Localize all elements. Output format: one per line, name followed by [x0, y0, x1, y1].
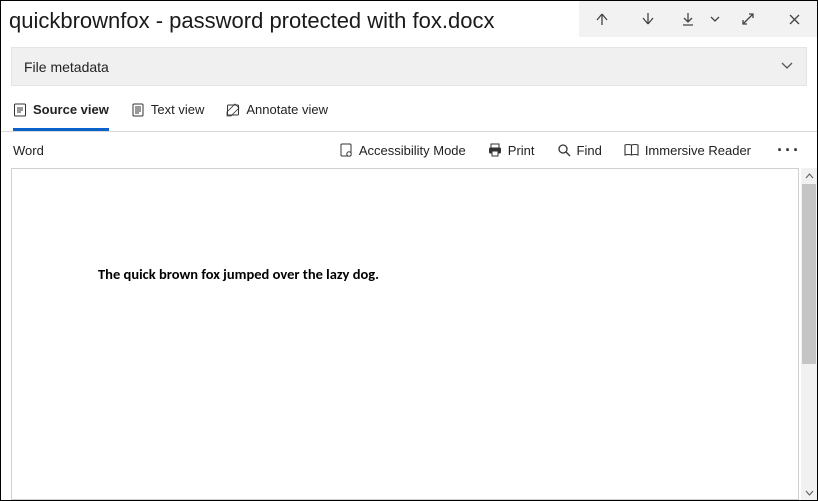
- tab-label: Source view: [33, 102, 109, 117]
- scroll-down-button[interactable]: [801, 484, 817, 500]
- expand-button[interactable]: [725, 1, 771, 37]
- accessibility-icon: [339, 143, 353, 157]
- title-bar: quickbrownfox - password protected with …: [1, 1, 817, 37]
- arrow-down-icon: [641, 12, 655, 26]
- ellipsis-icon: ···: [777, 140, 801, 160]
- close-icon: [788, 13, 801, 26]
- arrow-up-icon: [595, 12, 609, 26]
- expand-icon: [741, 12, 755, 26]
- document-area: The quick brown fox jumped over the lazy…: [1, 168, 817, 500]
- find-button[interactable]: Find: [557, 143, 602, 158]
- document-page: The quick brown fox jumped over the lazy…: [11, 168, 799, 500]
- metadata-title: File metadata: [24, 59, 109, 75]
- document-code-icon: [13, 103, 27, 117]
- app-label: Word: [13, 143, 44, 158]
- download-dropdown-button[interactable]: [705, 1, 725, 37]
- immersive-reader-button[interactable]: Immersive Reader: [624, 143, 751, 158]
- action-label: Immersive Reader: [645, 143, 751, 158]
- download-button[interactable]: [671, 1, 705, 37]
- download-icon: [681, 12, 695, 26]
- caret-up-icon: [805, 172, 814, 181]
- window-title: quickbrownfox - password protected with …: [1, 1, 579, 37]
- action-label: Find: [577, 143, 602, 158]
- view-tabs: Source view Text view Annotate view: [1, 100, 817, 132]
- window-controls: [579, 1, 817, 37]
- action-label: Accessibility Mode: [359, 143, 466, 158]
- tab-label: Text view: [151, 102, 204, 117]
- scroll-up-button[interactable]: [801, 168, 817, 184]
- nav-down-button[interactable]: [625, 1, 671, 37]
- tab-text-view[interactable]: Text view: [131, 99, 204, 131]
- document-text-icon: [131, 103, 145, 117]
- metadata-toggle[interactable]: File metadata: [11, 47, 807, 86]
- document-toolbar: Word Accessibility Mode Print Find Immer…: [1, 132, 817, 168]
- vertical-scrollbar[interactable]: [801, 168, 817, 500]
- scrollbar-thumb[interactable]: [802, 184, 816, 364]
- annotate-icon: [226, 103, 240, 117]
- book-icon: [624, 143, 639, 157]
- print-button[interactable]: Print: [488, 143, 535, 158]
- chevron-down-icon: [710, 14, 720, 24]
- caret-down-icon: [805, 488, 814, 497]
- tab-source-view[interactable]: Source view: [13, 99, 109, 131]
- close-button[interactable]: [771, 1, 817, 37]
- print-icon: [488, 143, 502, 157]
- search-icon: [557, 143, 571, 157]
- tab-annotate-view[interactable]: Annotate view: [226, 99, 328, 131]
- more-actions-button[interactable]: ···: [773, 141, 805, 159]
- scrollbar-track[interactable]: [801, 184, 817, 484]
- metadata-section: File metadata: [1, 37, 817, 86]
- action-label: Print: [508, 143, 535, 158]
- tab-label: Annotate view: [246, 102, 328, 117]
- accessibility-mode-button[interactable]: Accessibility Mode: [339, 143, 466, 158]
- chevron-down-icon: [780, 58, 794, 75]
- document-body-text: The quick brown fox jumped over the lazy…: [98, 265, 379, 283]
- nav-up-button[interactable]: [579, 1, 625, 37]
